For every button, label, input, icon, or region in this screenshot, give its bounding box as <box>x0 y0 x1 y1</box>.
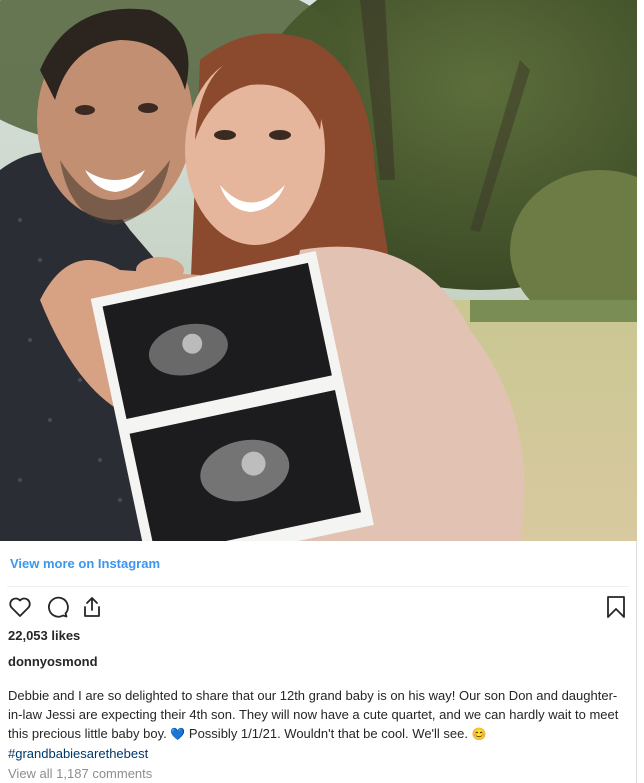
bookmark-icon[interactable] <box>604 595 628 619</box>
smile-emoji: 😊 <box>471 727 487 741</box>
heart-icon[interactable] <box>8 595 32 619</box>
photo-illustration <box>0 0 637 541</box>
post-caption: Debbie and I are so delighted to share t… <box>8 686 628 763</box>
instagram-embed-card: View more on Instagram 22,053 likes donn… <box>0 0 637 783</box>
post-username[interactable]: donnyosmond <box>8 654 98 669</box>
share-icon[interactable] <box>80 595 104 619</box>
view-more-link[interactable]: View more on Instagram <box>10 556 160 571</box>
comment-icon[interactable] <box>45 595 69 619</box>
blue-heart-emoji: 💙 <box>170 727 186 741</box>
divider <box>7 586 629 587</box>
post-photo[interactable] <box>0 0 637 541</box>
hashtag-link[interactable]: #grandbabiesarethebest <box>8 746 148 761</box>
action-bar <box>8 595 628 619</box>
likes-count[interactable]: 22,053 likes <box>8 628 80 643</box>
view-all-comments-link[interactable]: View all 1,187 comments <box>8 766 152 781</box>
caption-text-2: Possibly 1/1/21. Wouldn't that be cool. … <box>185 726 472 741</box>
